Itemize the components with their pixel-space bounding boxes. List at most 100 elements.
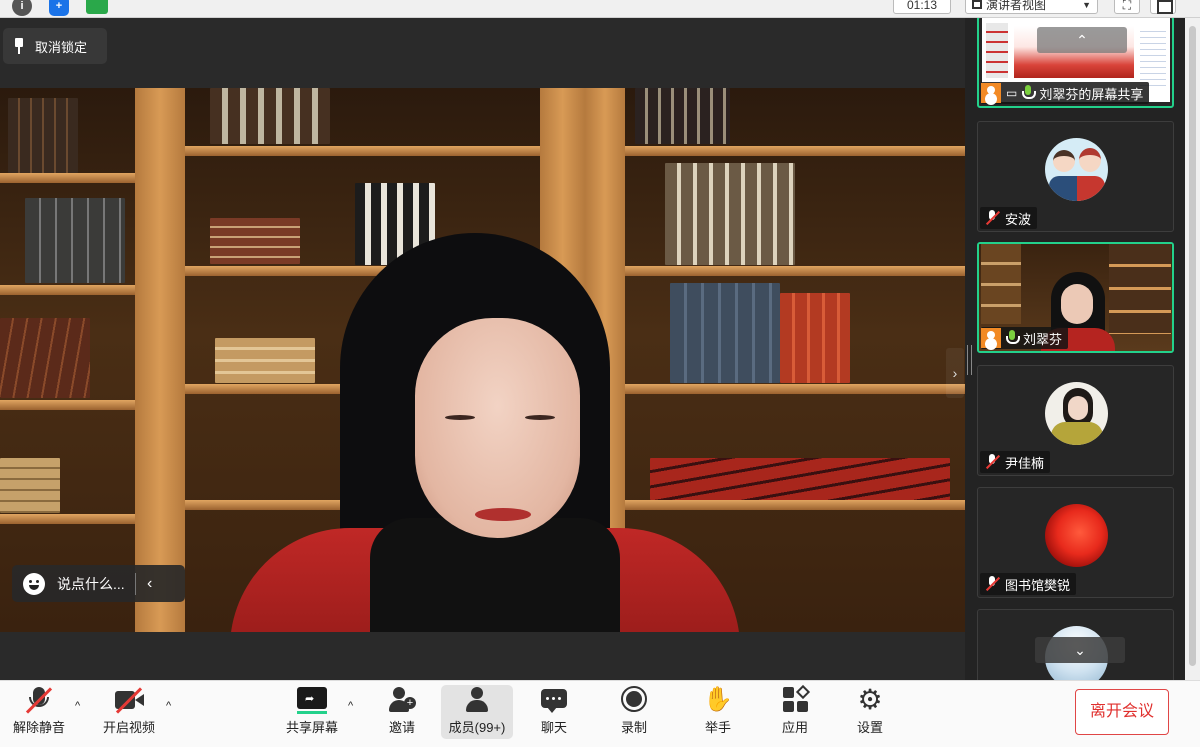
participant-tile[interactable]: 图书馆樊锐	[977, 487, 1174, 598]
record-button[interactable]: 录制	[614, 685, 654, 739]
add-user-icon: +	[386, 685, 418, 715]
host-badge-icon	[981, 328, 1001, 348]
book-row	[665, 163, 795, 265]
avatar	[1045, 382, 1108, 445]
book-row	[210, 88, 330, 144]
window-layout-button[interactable]	[1150, 0, 1176, 14]
book-row	[0, 318, 90, 398]
microphone-icon	[1022, 85, 1037, 101]
muted-microphone-icon	[23, 685, 55, 715]
main-speaker-area: 取消锁定 说点什么... ‹ ›	[0, 18, 965, 680]
shelf-board	[185, 146, 540, 156]
book-row	[8, 98, 78, 173]
speaker-face	[415, 318, 580, 538]
speaker-view-icon	[972, 0, 982, 9]
speaker-lips	[475, 508, 531, 521]
muted-microphone-icon	[984, 576, 1000, 592]
fullscreen-button[interactable]: ⛶	[1114, 0, 1140, 14]
shelf-board	[625, 500, 965, 510]
panel-scrollbar[interactable]	[1185, 18, 1200, 680]
participant-tile-screen-share[interactable]: ⌃ ▭ 刘翠芬的屏幕共享	[977, 18, 1174, 108]
participants-button[interactable]: 成员(99+)	[441, 685, 513, 739]
shelf-board	[0, 514, 135, 524]
view-mode-dropdown[interactable]: 演讲者视图 ▼	[965, 0, 1098, 14]
scroll-down-button[interactable]: ⌄	[1035, 637, 1125, 663]
scroll-up-button[interactable]: ⌃	[1037, 27, 1127, 53]
meeting-timer: 01:13	[893, 0, 951, 14]
participant-name-tag: 图书馆樊锐	[980, 573, 1077, 595]
video-off-icon	[113, 685, 145, 715]
raise-hand-label: 举手	[704, 720, 731, 735]
unpin-label: 取消锁定	[35, 39, 88, 55]
microphone-icon	[1006, 330, 1020, 346]
participant-name-tag: 尹佳楠	[980, 451, 1051, 473]
record-label: 录制	[620, 720, 647, 735]
raise-hand-button[interactable]: ✋ 举手	[698, 685, 738, 739]
muted-microphone-icon	[984, 454, 1000, 470]
participant-tile-active-speaker[interactable]: 刘翠芬	[977, 242, 1174, 353]
avatar	[1045, 504, 1108, 567]
hand-icon: ✋	[703, 686, 733, 713]
participant-name: 图书馆樊锐	[1005, 577, 1071, 593]
book-row	[210, 218, 300, 264]
share-label: 共享屏幕	[285, 720, 338, 735]
settings-button[interactable]: ⚙ 设置	[850, 685, 890, 739]
unmute-label: 解除静音	[12, 720, 65, 735]
shelf-post	[135, 88, 185, 632]
participant-name: 刘翠芬的屏幕共享	[1039, 86, 1144, 102]
book-row	[215, 338, 315, 383]
participant-name: 尹佳楠	[1005, 455, 1045, 471]
participant-tile[interactable]: 尹佳楠	[977, 365, 1174, 476]
expand-panel-button[interactable]: ›	[946, 348, 964, 398]
unmute-button[interactable]: 解除静音	[10, 685, 68, 739]
settings-label: 设置	[856, 720, 883, 735]
audio-options-chevron-icon[interactable]: ^	[75, 700, 80, 712]
apps-icon	[779, 684, 811, 715]
chat-icon	[538, 685, 570, 715]
scrollbar-thumb[interactable]	[1189, 26, 1196, 666]
info-icon[interactable]: i	[12, 0, 32, 16]
avatar	[1045, 138, 1108, 201]
quick-chat-bar[interactable]: 说点什么... ‹	[12, 565, 185, 602]
shelf-board	[625, 146, 965, 156]
shelf-board	[625, 266, 965, 276]
meeting-toolbar: 解除静音 ^ 开启视频 ^ ➦ 共享屏幕 ^ + 邀请 成员(99+) 聊天 录…	[0, 680, 1200, 747]
emoji-icon[interactable]	[23, 572, 45, 595]
book-row	[650, 458, 950, 500]
start-video-button[interactable]: 开启视频	[100, 685, 158, 739]
chat-button[interactable]: 聊天	[534, 685, 574, 739]
apps-button[interactable]: 应用	[775, 684, 815, 739]
book-row	[635, 88, 730, 144]
speaker-video	[0, 88, 965, 632]
speaker-eye	[525, 415, 555, 420]
share-screen-button[interactable]: ➦ 共享屏幕	[283, 685, 341, 739]
security-shield-icon[interactable]: +	[49, 0, 69, 16]
network-signal-icon[interactable]	[86, 0, 108, 14]
participant-tile[interactable]: 安波	[977, 121, 1174, 232]
video-label: 开启视频	[102, 720, 155, 735]
book-row	[780, 293, 850, 383]
participant-name-tag: 安波	[980, 207, 1038, 229]
top-bar: i + 01:13 演讲者视图 ▼ ⛶	[0, 0, 1200, 18]
speaker-eye	[445, 415, 475, 420]
pin-icon	[13, 38, 25, 54]
shelf-board	[625, 384, 965, 394]
shelf-board	[0, 285, 135, 295]
share-options-chevron-icon[interactable]: ^	[348, 700, 353, 712]
video-options-chevron-icon[interactable]: ^	[166, 700, 171, 712]
shelf-board	[0, 173, 135, 183]
chat-input[interactable]: 说点什么...	[57, 574, 125, 594]
invite-label: 邀请	[388, 720, 415, 735]
muted-microphone-icon	[984, 210, 1000, 226]
host-badge-icon	[981, 83, 1001, 103]
book-row	[0, 458, 60, 513]
leave-meeting-button[interactable]: 离开会议	[1075, 689, 1169, 735]
participant-name: 刘翠芬	[1023, 331, 1063, 347]
chevron-left-icon[interactable]: ‹	[136, 575, 164, 593]
invite-button[interactable]: + 邀请	[380, 685, 424, 739]
unpin-video-button[interactable]: 取消锁定	[3, 28, 107, 64]
chat-label: 聊天	[540, 720, 567, 735]
screen-share-icon: ▭	[1006, 86, 1018, 100]
participant-name-tag: ▭ 刘翠芬的屏幕共享	[981, 82, 1150, 104]
participant-name-tag: 刘翠芬	[981, 327, 1069, 349]
